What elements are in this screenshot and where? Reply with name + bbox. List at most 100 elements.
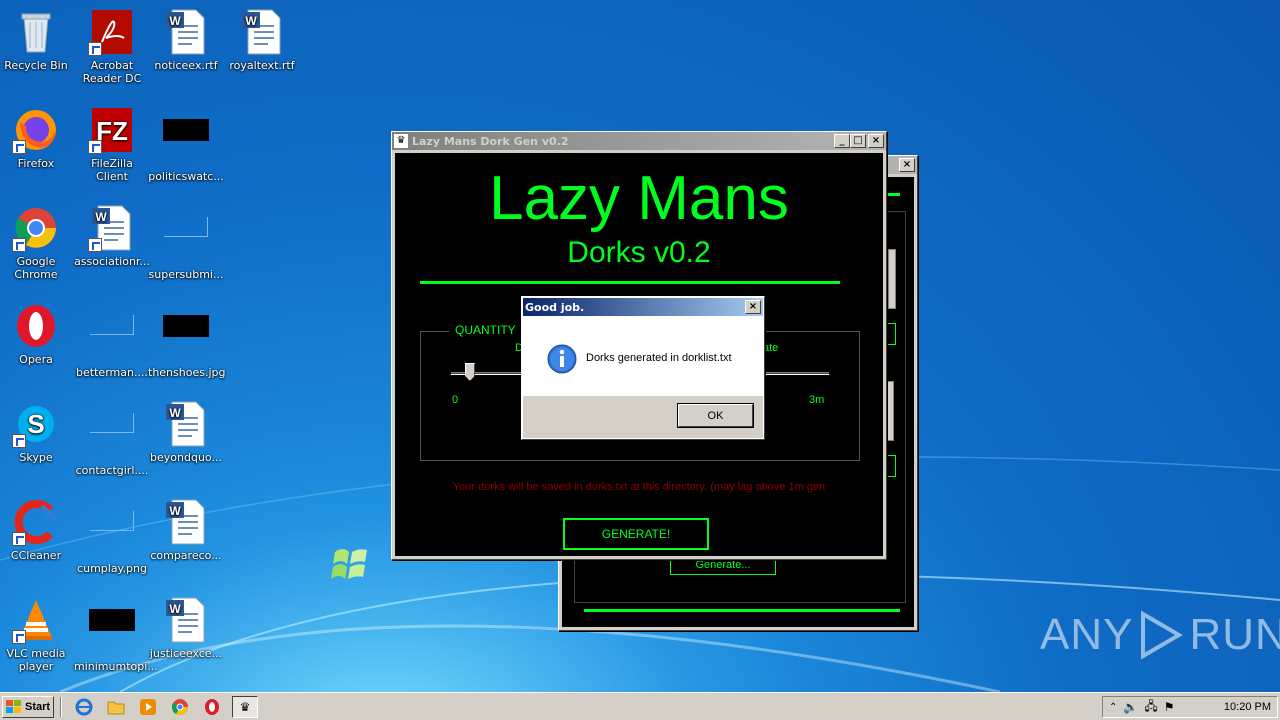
close-button[interactable]: × <box>868 134 884 148</box>
media-player-icon[interactable] <box>137 696 159 718</box>
opera-taskbar-icon[interactable] <box>201 696 223 718</box>
crown-icon: ♛ <box>239 699 251 714</box>
main-window-titlebar[interactable]: ♛ Lazy Mans Dork Gen v0.2 _ □ × <box>392 132 886 150</box>
desktop-icon-minimumtopi[interactable]: minimumtopi... <box>74 596 158 673</box>
maximize-button[interactable]: □ <box>850 134 866 148</box>
desktop-icon-vlc[interactable]: VLC media player <box>0 596 74 673</box>
desktop-icon-label: cumplay.png <box>77 562 147 575</box>
desktop-icon-label: Skype <box>19 451 53 464</box>
start-button[interactable]: Start <box>2 695 54 718</box>
black-file-icon <box>162 315 210 363</box>
desktop-icon-contactgirl[interactable]: contactgirl.... <box>74 400 150 477</box>
desktop-icon-betterman[interactable]: betterman.... <box>74 302 150 379</box>
desktop-icon-cumplay[interactable]: cumplay.png <box>74 498 150 575</box>
desktop-icon-label: minimumtopi... <box>74 660 158 673</box>
word-document-icon: W <box>162 400 210 448</box>
desktop-icon-firefox[interactable]: Firefox <box>0 106 74 170</box>
desktop-icon-associationr[interactable]: W associationr... <box>74 204 150 268</box>
taskbar-app-dorkgen[interactable]: ♛ <box>232 695 258 718</box>
desktop-icon-filezilla[interactable]: FZ FileZilla Client <box>74 106 150 183</box>
svg-text:W: W <box>169 14 181 28</box>
word-document-icon: W <box>162 498 210 546</box>
svg-text:W: W <box>95 210 107 224</box>
partial-label-right: ate <box>763 342 779 354</box>
desktop-icon-ccleaner[interactable]: CCleaner <box>0 498 74 562</box>
quantity-slider-thumb[interactable] <box>464 363 475 381</box>
explorer-icon[interactable] <box>105 696 127 718</box>
desktop-icon-label: beyondquo... <box>150 451 222 464</box>
windows-flag-logo <box>331 549 367 579</box>
flag-icon[interactable]: ⚑ <box>1164 700 1175 714</box>
desktop-icon-label: compareco... <box>150 549 222 562</box>
acrobat-icon <box>88 8 136 56</box>
tray-expand-icon[interactable]: ⌃ <box>1109 702 1117 713</box>
volume-icon[interactable]: 🔈 <box>1123 700 1138 714</box>
opera-icon <box>12 302 60 350</box>
back-close-button[interactable]: × <box>899 158 915 172</box>
network-icon[interactable]: 🖧 <box>1144 697 1157 718</box>
dialog-titlebar[interactable]: Good job. × <box>523 298 763 316</box>
minimize-button[interactable]: _ <box>834 134 850 148</box>
info-icon <box>547 344 577 374</box>
dialog-title: Good job. <box>525 300 585 314</box>
desktop-icon-justiceexce[interactable]: W justiceexce... <box>148 596 224 660</box>
message-dialog[interactable]: Good job. × Dorks generated in dorklist.… <box>521 296 765 440</box>
desktop-icon-acrobat[interactable]: Acrobat Reader DC <box>74 8 150 85</box>
desktop-icon-compareco[interactable]: W compareco... <box>148 498 224 562</box>
desktop-icon-noticeex[interactable]: W noticeex.rtf <box>148 8 224 72</box>
desktop-icon-politicswatc[interactable]: politicswatc... <box>148 106 224 183</box>
desktop-icon-chrome[interactable]: Google Chrome <box>0 204 74 281</box>
skype-icon: S <box>12 400 60 448</box>
desktop-icon-label: Recycle Bin <box>4 59 68 72</box>
slider-min-label: 0 <box>452 394 459 406</box>
taskbar-separator <box>60 696 62 717</box>
back-scrollbar[interactable] <box>888 249 896 309</box>
desktop-icon-label: associationr... <box>74 255 150 268</box>
svg-text:W: W <box>169 406 181 420</box>
windows-logo-icon <box>6 699 21 713</box>
desktop-icon-supersubmi[interactable]: supersubmi... <box>148 204 224 281</box>
chrome-taskbar-icon[interactable] <box>169 696 191 718</box>
back-green-rule-bottom <box>584 609 900 612</box>
dialog-close-button[interactable]: × <box>745 300 761 314</box>
watermark-right: RUN <box>1189 610 1280 659</box>
desktop-icon-thenshoes[interactable]: thenshoes.jpg <box>148 302 226 379</box>
desktop-icon-recycle-bin[interactable]: Recycle Bin <box>0 8 74 72</box>
back-generate-label: Generate... <box>695 559 751 571</box>
app-subheading: Dorks v0.2 <box>567 236 711 269</box>
start-label: Start <box>25 700 51 713</box>
desktop-icon-label: thenshoes.jpg <box>148 366 226 379</box>
desktop-icon-label: royaltext.rtf <box>229 59 295 72</box>
ok-button[interactable]: OK <box>677 403 754 428</box>
back-scrollbar-2[interactable] <box>886 381 894 441</box>
window-title: Lazy Mans Dork Gen v0.2 <box>412 134 569 148</box>
green-divider <box>420 281 840 284</box>
vlc-icon <box>12 596 60 644</box>
desktop-icon-label: VLC media player <box>6 647 66 673</box>
blank-file-icon <box>162 217 210 265</box>
save-location-note: Your dorks will be saved in dorks.txt at… <box>452 481 826 493</box>
desktop-icon-label: politicswatc... <box>148 170 224 183</box>
chrome-icon <box>12 204 60 252</box>
recycle-bin-icon <box>12 8 60 56</box>
play-logo-icon <box>1141 610 1184 660</box>
slider-max-label: 3m <box>809 394 825 406</box>
word-document-icon: W <box>88 204 136 252</box>
desktop-icon-label: Opera <box>19 353 53 366</box>
firefox-icon <box>12 106 60 154</box>
desktop-icon-label: Firefox <box>17 157 55 170</box>
clock[interactable]: 10:20 PM <box>1224 701 1271 713</box>
desktop-icon-label: noticeex.rtf <box>154 59 218 72</box>
desktop-icon-opera[interactable]: Opera <box>0 302 74 366</box>
desktop-icon-beyondquo[interactable]: W beyondquo... <box>148 400 224 464</box>
ie-icon[interactable] <box>73 696 95 718</box>
desktop-icon-label: Acrobat Reader DC <box>82 59 142 85</box>
svg-text:W: W <box>245 14 257 28</box>
black-file-icon <box>162 119 210 167</box>
desktop-icon-label: contactgirl.... <box>75 464 149 477</box>
desktop-icon-skype[interactable]: S Skype <box>0 400 74 464</box>
desktop-icon-royaltext[interactable]: W royaltext.rtf <box>224 8 300 72</box>
generate-button[interactable]: GENERATE! <box>563 518 709 550</box>
svg-text:W: W <box>169 504 181 518</box>
taskbar: Start ♛ ⌃ 🔈 🖧 ⚑ 10:20 PM <box>0 692 1280 720</box>
